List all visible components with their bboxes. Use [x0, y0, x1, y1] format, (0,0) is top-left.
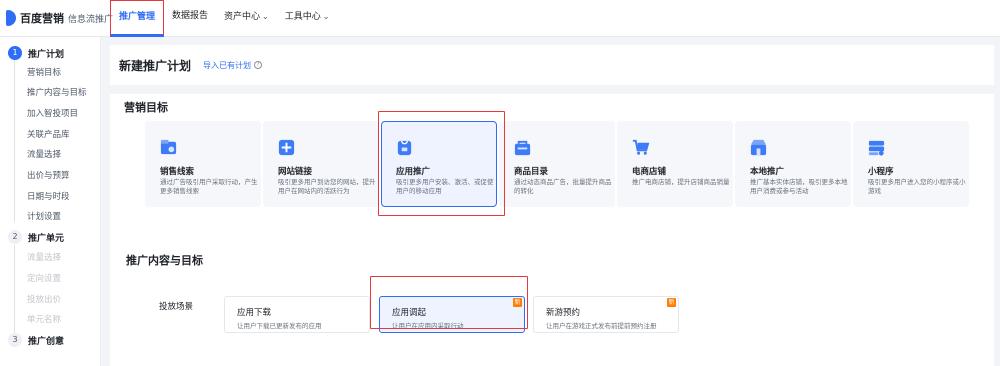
scene-desc: 让用户下载已更新发布的应用 — [237, 322, 322, 330]
scene-title: 应用下载 — [237, 308, 272, 318]
sidebar-item-unit-name[interactable]: 单元名称 — [27, 313, 61, 325]
goal-desc: 通过动态商品广告，批量提升商品的转化 — [514, 178, 612, 195]
scene-desc: 让用户在游戏正式发布前提前预约注册 — [546, 322, 657, 330]
goal-card-mini-program[interactable]: 小程序 吸引更多用户进入您的小程序或小游戏 — [853, 121, 969, 207]
sidebar-item-plan-settings[interactable]: 计划设置 — [27, 210, 61, 222]
goal-card-ecommerce-shop[interactable]: 电商店铺 推广电商店铺，提升店铺商品销量 — [617, 121, 733, 207]
help-icon[interactable]: ? — [254, 61, 263, 69]
scene-card-game-reservation[interactable]: 新游预约 让用户在游戏正式发布前提前预约注册 新 — [533, 296, 679, 333]
goal-title: 商品目录 — [514, 167, 549, 177]
sidebar-item-unit-traffic[interactable]: 流量选择 — [27, 251, 61, 263]
nav-item-asset-center[interactable]: 资产中心 ⌄ — [216, 0, 277, 37]
shop-icon — [632, 139, 650, 155]
marketing-goal-section: 营销目标 销售线索 通过广告吸引用户采取行动，产生更多销售线索 网站链接 吸引更… — [110, 94, 994, 270]
nav-item-tool-center[interactable]: 工具中心 ⌄ — [277, 0, 338, 37]
goal-title: 销售线索 — [160, 167, 195, 177]
sidebar-item-unit-bid[interactable]: 投放出价 — [27, 293, 61, 305]
goal-title: 小程序 — [868, 167, 894, 177]
brand-logo-mark-icon — [6, 10, 16, 26]
step-label: 推广计划 — [28, 49, 65, 60]
brand-product: 信息流推广 — [68, 14, 114, 25]
step-unit[interactable]: 2 推广单元 — [8, 230, 64, 244]
nav-item-campaign-management[interactable]: 推广管理 — [110, 0, 165, 37]
sidebar-item-product-library[interactable]: 关联产品库 — [27, 128, 70, 140]
goal-card-local-promotion[interactable]: 本地推广 推广基本实体店铺，吸引更多本地用户消费或参与活动 — [735, 121, 851, 207]
main-nav: 推广管理 数据报告 资产中心 ⌄ 工具中心 ⌄ — [110, 0, 337, 37]
nav-item-data-report[interactable]: 数据报告 — [164, 0, 216, 37]
goal-title: 本地推广 — [750, 167, 785, 177]
app-icon — [397, 140, 412, 156]
page-title: 新建推广计划 — [119, 58, 192, 73]
link-icon — [278, 139, 295, 156]
goal-desc: 通过广告吸引用户采取行动，产生更多销售线索 — [160, 178, 258, 195]
step-number: 1 — [8, 46, 22, 60]
local-icon — [750, 139, 767, 156]
scene-title: 新游预约 — [546, 308, 581, 318]
chevron-down-icon: ⌄ — [262, 12, 269, 21]
sidebar-item-content-target[interactable]: 推广内容与目标 — [27, 86, 87, 98]
sidebar-item-schedule[interactable]: 日期与时段 — [27, 190, 70, 202]
goal-card-app-promotion[interactable]: 应用推广 吸引更多用户安装、激活、或促使用户的移动应用 — [381, 121, 497, 207]
goal-card-website-link[interactable]: 网站链接 吸引更多用户到访您的网站，提升用户在网站内的活跃行为 — [263, 121, 379, 207]
main-content: 新建推广计划 导入已有计划 ? 营销目标 销售线索 通过广告吸引用户采取行动，产… — [101, 37, 1000, 366]
sidebar-item-marketing-goal[interactable]: 营销目标 — [27, 66, 61, 78]
goal-desc: 吸引更多用户进入您的小程序或小游戏 — [868, 178, 966, 195]
sidebar-item-smart-project[interactable]: 加入智投项目 — [27, 107, 78, 119]
sidebar-item-targeting[interactable]: 定向设置 — [27, 272, 61, 284]
step-label: 推广单元 — [28, 233, 65, 244]
new-badge: 新 — [513, 298, 522, 307]
catalog-icon — [514, 140, 531, 156]
section-title: 营销目标 — [124, 101, 168, 114]
nav-label: 工具中心 — [284, 12, 321, 22]
top-navigation-bar: 百度营销 信息流推广 推广管理 数据报告 资产中心 ⌄ 工具中心 ⌄ — [0, 0, 1000, 37]
goal-card-product-catalog[interactable]: 商品目录 通过动态商品广告，批量提升商品的转化 — [499, 121, 615, 207]
content-target-section: 推广内容与目标 投放场景 应用下载 让用户下载已更新发布的应用 应用调起 让用户… — [110, 248, 994, 366]
scene-card-app-download[interactable]: 应用下载 让用户下载已更新发布的应用 — [224, 296, 370, 333]
step-campaign[interactable]: 1 推广计划 — [8, 46, 64, 60]
step-label: 推广创意 — [28, 336, 65, 347]
goal-desc: 推广电商店铺，提升店铺商品销量 — [632, 178, 730, 186]
import-plan-link[interactable]: 导入已有计划 — [203, 60, 251, 71]
plan-header: 新建推广计划 导入已有计划 ? — [110, 45, 994, 85]
scene-card-app-deeplink[interactable]: 应用调起 让用户在应用内采取行动 新 — [379, 296, 525, 333]
step-creative[interactable]: 3 推广创意 — [8, 333, 64, 347]
goal-card-sales-lead[interactable]: 销售线索 通过广告吸引用户采取行动，产生更多销售线索 — [145, 121, 261, 207]
step-sidebar: 1 推广计划 营销目标 推广内容与目标 加入智投项目 关联产品库 流量选择 出价… — [0, 37, 101, 366]
lead-icon — [160, 139, 177, 155]
goal-desc: 吸引更多用户到访您的网站，提升用户在网站内的活跃行为 — [278, 178, 376, 195]
section-title: 推广内容与目标 — [126, 254, 203, 267]
new-badge: 新 — [667, 298, 676, 307]
nav-label: 数据报告 — [172, 11, 209, 21]
goal-title: 电商店铺 — [632, 167, 667, 177]
scene-label: 投放场景 — [159, 302, 194, 312]
step-number: 2 — [8, 230, 22, 244]
goal-desc: 推广基本实体店铺，吸引更多本地用户消费或参与活动 — [750, 178, 848, 195]
step-connector-line — [14, 245, 15, 335]
scene-desc: 让用户在应用内采取行动 — [392, 322, 464, 330]
step-connector-line — [14, 59, 15, 222]
sidebar-item-bid-budget[interactable]: 出价与预算 — [27, 169, 70, 181]
nav-label: 资产中心 — [224, 12, 261, 22]
goal-title: 应用推广 — [396, 167, 431, 177]
brand-name: 百度营销 — [20, 12, 64, 25]
step-number: 3 — [8, 333, 22, 347]
goal-title: 网站链接 — [278, 167, 313, 177]
brand-logo[interactable]: 百度营销 信息流推广 — [6, 10, 113, 26]
chevron-down-icon: ⌄ — [322, 12, 330, 21]
nav-label: 推广管理 — [119, 12, 156, 22]
miniprogram-icon — [868, 140, 885, 156]
sidebar-item-traffic[interactable]: 流量选择 — [27, 148, 61, 160]
goal-desc: 吸引更多用户安装、激活、或促使用户的移动应用 — [396, 178, 494, 195]
scene-title: 应用调起 — [392, 308, 427, 318]
